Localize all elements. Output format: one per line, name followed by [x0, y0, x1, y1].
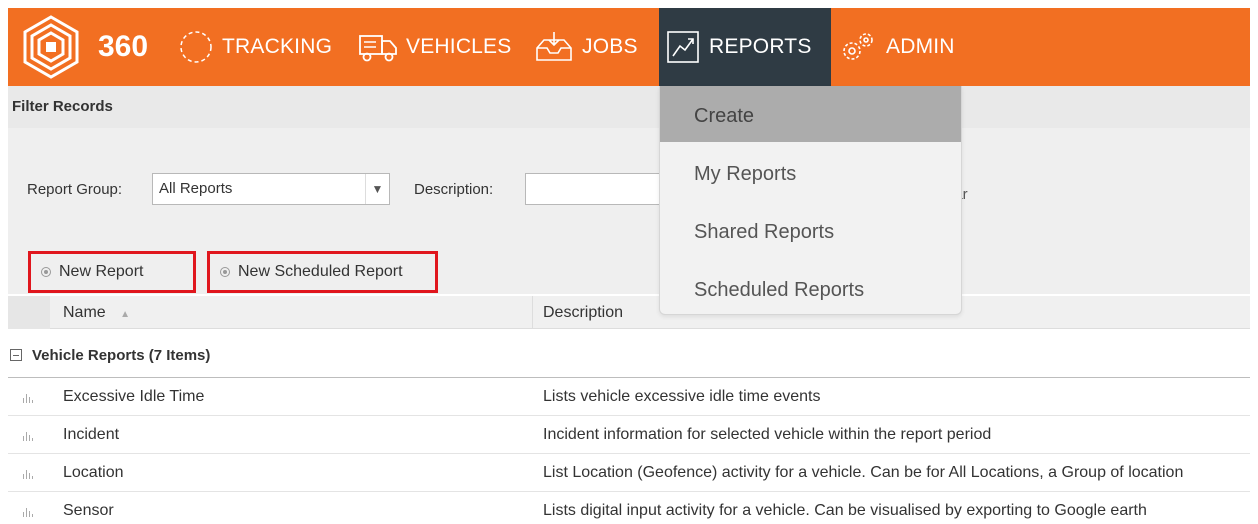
bar-chart-icon [22, 429, 34, 441]
row-description: Lists vehicle excessive idle time events [543, 388, 821, 405]
description-label: Description: [414, 181, 494, 198]
bar-chart-icon [22, 391, 34, 403]
group-row[interactable]: Vehicle Reports (7 Items) [8, 340, 1250, 378]
bar-chart-icon [22, 467, 34, 479]
row-name: Incident [63, 426, 120, 443]
chart-line-icon [667, 31, 699, 63]
column-name-label: Name [63, 304, 106, 321]
inbox-icon [536, 32, 572, 61]
nav-reports[interactable]: REPORTS [659, 8, 831, 86]
table-header-icon-col [8, 296, 50, 329]
collapse-icon[interactable] [10, 349, 22, 361]
nav-admin-label: ADMIN [886, 35, 955, 58]
menu-item-create[interactable]: Create [660, 86, 961, 142]
row-description: List Location (Geofence) activity for a … [543, 464, 1184, 481]
column-divider [532, 296, 533, 329]
nav-reports-label: REPORTS [709, 35, 812, 58]
nav-vehicles[interactable]: VEHICLES [358, 8, 511, 86]
description-input[interactable] [525, 173, 665, 205]
nav-tracking-label: TRACKING [222, 35, 333, 58]
chevron-down-icon[interactable]: ▼ [365, 174, 389, 204]
row-name: Sensor [63, 502, 114, 519]
row-description: Incident information for selected vehicl… [543, 426, 992, 443]
menu-item-scheduled-reports[interactable]: Scheduled Reports [660, 260, 961, 316]
column-header-name[interactable]: Name ▲ [63, 304, 130, 322]
sort-asc-icon: ▲ [120, 309, 131, 320]
nav-vehicles-label: VEHICLES [406, 35, 512, 58]
nav-admin[interactable]: ADMIN [838, 8, 955, 86]
report-group-select[interactable]: All Reports ▼ [152, 173, 390, 205]
nav-jobs-label: JOBS [582, 35, 638, 58]
row-description: Lists digital input activity for a vehic… [543, 502, 1147, 519]
menu-item-my-reports[interactable]: My Reports [660, 144, 961, 200]
new-scheduled-report-label: New Scheduled Report [238, 263, 403, 280]
table-row[interactable]: Sensor Lists digital input activity for … [8, 492, 1250, 524]
circle-dashed-icon [180, 31, 212, 63]
reports-dropdown-menu: Create My Reports Shared Reports Schedul… [659, 86, 962, 315]
filter-header: Filter Records [8, 86, 1250, 128]
group-label: Vehicle Reports (7 Items) [32, 347, 211, 364]
menu-item-shared-reports[interactable]: Shared Reports [660, 202, 961, 258]
gears-icon [843, 33, 873, 60]
report-group-label: Report Group: [27, 181, 123, 198]
table-header [8, 296, 1250, 329]
bar-chart-icon [22, 505, 34, 517]
row-name: Excessive Idle Time [63, 388, 205, 405]
hexagon-logo-icon[interactable] [18, 14, 84, 80]
brand-text: 360 [98, 30, 149, 63]
new-scheduled-report-button[interactable]: New Scheduled Report [207, 251, 438, 293]
new-report-button[interactable]: New Report [28, 251, 196, 293]
column-header-description[interactable]: Description [543, 304, 623, 322]
table-row[interactable]: Incident Incident information for select… [8, 416, 1250, 454]
table-row[interactable]: Excessive Idle Time Lists vehicle excess… [8, 378, 1250, 416]
top-nav-bar: 360 TRACKING VEHICLES JOBS REPORTS ADMIN [8, 8, 1250, 86]
report-group-value: All Reports [159, 180, 233, 197]
filter-title: Filter Records [12, 98, 113, 115]
nav-tracking[interactable]: TRACKING [178, 8, 332, 86]
add-circle-icon [220, 267, 230, 277]
table-row[interactable]: Location List Location (Geofence) activi… [8, 454, 1250, 492]
truck-icon [359, 35, 397, 62]
add-circle-icon [41, 267, 51, 277]
nav-jobs[interactable]: JOBS [534, 8, 638, 86]
new-report-label: New Report [59, 263, 144, 280]
row-name: Location [63, 464, 124, 481]
